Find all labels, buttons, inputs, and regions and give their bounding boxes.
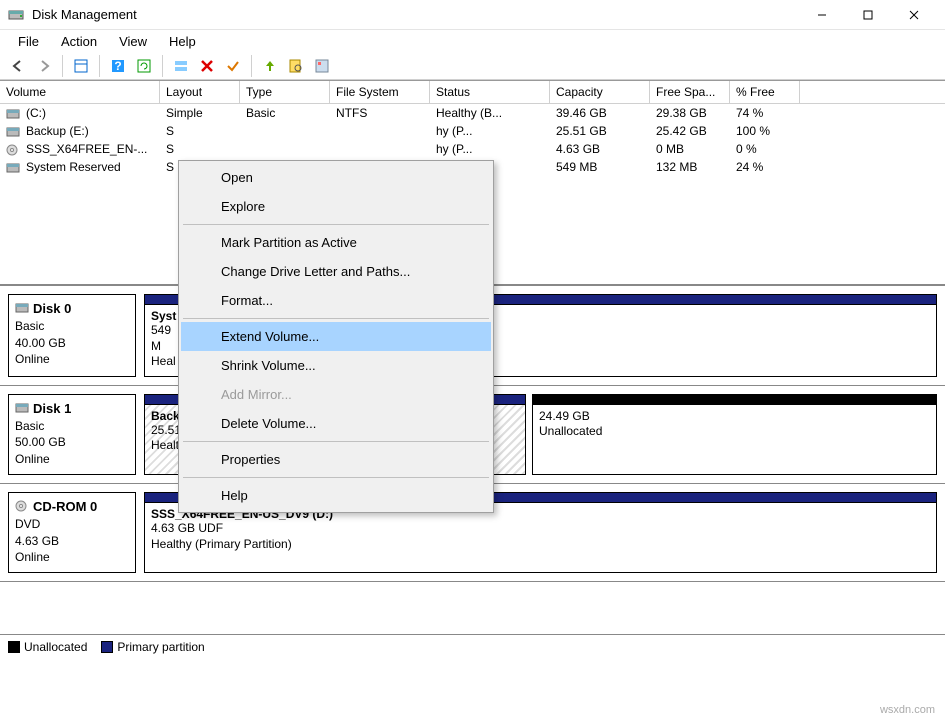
context-menu-item[interactable]: Delete Volume... (181, 409, 491, 438)
hdd-icon (6, 126, 22, 138)
menu-file[interactable]: File (8, 32, 49, 51)
cd-icon (6, 144, 22, 156)
up-icon[interactable] (258, 54, 282, 78)
menu-help[interactable]: Help (159, 32, 206, 51)
context-menu-separator (183, 441, 489, 442)
col-pct[interactable]: % Free (730, 81, 800, 103)
toolbar-sep (62, 55, 63, 77)
context-menu-item[interactable]: Change Drive Letter and Paths... (181, 257, 491, 286)
close-button[interactable] (891, 0, 937, 30)
help-icon[interactable]: ? (106, 54, 130, 78)
col-layout[interactable]: Layout (160, 81, 240, 103)
context-menu-item[interactable]: Open (181, 163, 491, 192)
context-menu-separator (183, 318, 489, 319)
context-menu: OpenExplore Mark Partition as ActiveChang… (178, 160, 494, 513)
disk-info[interactable]: Disk 0Basic40.00 GBOnline (8, 294, 136, 377)
volume-list-header: Volume Layout Type File System Status Ca… (0, 81, 945, 104)
col-status[interactable]: Status (430, 81, 550, 103)
context-menu-separator (183, 477, 489, 478)
properties-icon[interactable] (69, 54, 93, 78)
app-icon (8, 7, 24, 23)
col-capacity[interactable]: Capacity (550, 81, 650, 103)
context-menu-separator (183, 224, 489, 225)
disk-info[interactable]: CD-ROM 0DVD4.63 GBOnline (8, 492, 136, 573)
toolbar-sep (251, 55, 252, 77)
legend-unallocated: Unallocated (8, 640, 87, 654)
menubar: File Action View Help (0, 30, 945, 52)
col-type[interactable]: Type (240, 81, 330, 103)
hdd-icon (6, 108, 22, 120)
legend-primary: Primary partition (101, 640, 204, 654)
disk-info[interactable]: Disk 1Basic50.00 GBOnline (8, 394, 136, 475)
svg-text:?: ? (114, 59, 121, 73)
cd-icon (15, 500, 31, 516)
col-volume[interactable]: Volume (0, 81, 160, 103)
delete-icon[interactable] (195, 54, 219, 78)
context-menu-item[interactable]: Properties (181, 445, 491, 474)
forward-button[interactable] (32, 54, 56, 78)
toolbar-sep (99, 55, 100, 77)
legend: Unallocated Primary partition (0, 634, 945, 658)
disk-list-icon[interactable] (169, 54, 193, 78)
context-menu-item[interactable]: Help (181, 481, 491, 510)
volume-row[interactable]: (C:)SimpleBasicNTFSHealthy (B...39.46 GB… (0, 104, 945, 122)
context-menu-item: Add Mirror... (181, 380, 491, 409)
settings-icon[interactable] (310, 54, 334, 78)
context-menu-item[interactable]: Extend Volume... (181, 322, 491, 351)
col-free[interactable]: Free Spa... (650, 81, 730, 103)
check-icon[interactable] (221, 54, 245, 78)
watermark: wsxdn.com (880, 704, 935, 716)
context-menu-item[interactable]: Format... (181, 286, 491, 315)
context-menu-item[interactable]: Explore (181, 192, 491, 221)
back-button[interactable] (6, 54, 30, 78)
hdd-icon (15, 302, 31, 318)
window-title: Disk Management (32, 7, 799, 22)
find-icon[interactable] (284, 54, 308, 78)
volume-row[interactable]: SSS_X64FREE_EN-...Shy (P...4.63 GB0 MB0 … (0, 140, 945, 158)
toolbar-sep (162, 55, 163, 77)
refresh-icon[interactable] (132, 54, 156, 78)
minimize-button[interactable] (799, 0, 845, 30)
hdd-icon (6, 162, 22, 174)
volume-row[interactable]: Backup (E:)Shy (P...25.51 GB25.42 GB100 … (0, 122, 945, 140)
menu-action[interactable]: Action (51, 32, 107, 51)
context-menu-item[interactable]: Mark Partition as Active (181, 228, 491, 257)
col-filesystem[interactable]: File System (330, 81, 430, 103)
hdd-icon (15, 402, 31, 418)
titlebar: Disk Management (0, 0, 945, 30)
toolbar: ? (0, 52, 945, 80)
partition[interactable]: 24.49 GBUnallocated (532, 394, 937, 475)
menu-view[interactable]: View (109, 32, 157, 51)
maximize-button[interactable] (845, 0, 891, 30)
context-menu-item[interactable]: Shrink Volume... (181, 351, 491, 380)
